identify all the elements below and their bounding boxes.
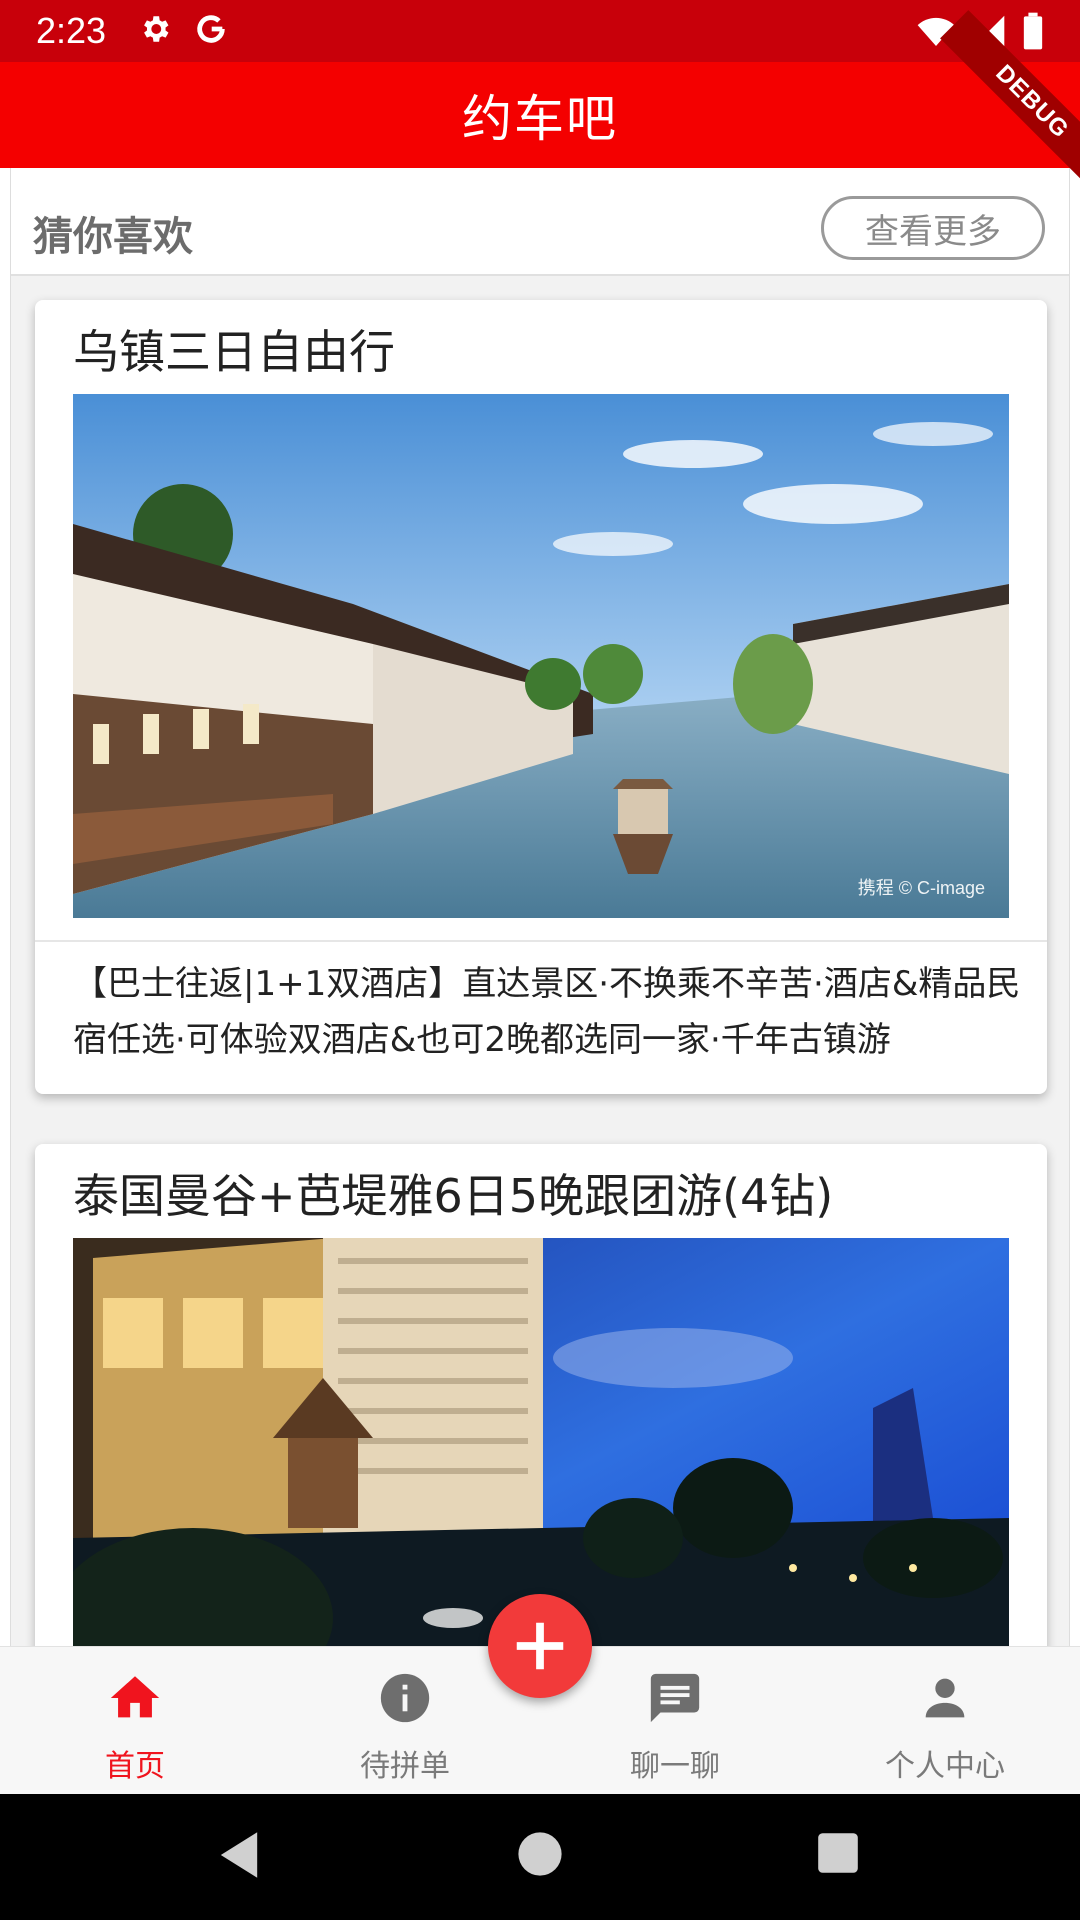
system-navigation-bar [0,1794,1080,1920]
nav-item-home[interactable]: 首页 [35,1669,235,1785]
app-title: 约车吧 [462,90,618,148]
section-title: 猜你喜欢 [33,214,193,260]
content-scroll[interactable]: 猜你喜欢 查看更多 乌镇三日自由行 携程 © C-image 【巴士往返|1+1… [10,168,1070,1646]
status-bar: 2:23 [0,0,1080,62]
plus-icon [516,1622,564,1670]
battery-icon [1023,12,1043,50]
nav-item-pending[interactable]: 待拼单 [305,1669,505,1785]
card-title: 泰国曼谷+芭堤雅6日5晚跟团游(4钻) [73,1169,834,1223]
image-watermark: 携程 © C-image [857,878,985,898]
nav-item-profile[interactable]: 个人中心 [845,1669,1045,1785]
nav-label: 个人中心 [885,1749,1005,1784]
info-icon [380,1673,430,1723]
view-more-button[interactable]: 查看更多 [821,196,1045,260]
card-description: 【巴士往返|1+1双酒店】直达景区·不换乘不辛苦·酒店&精品民宿任选·可体验双酒… [73,964,1021,1060]
person-icon [925,1678,965,1718]
trip-card[interactable]: 乌镇三日自由行 携程 © C-image 【巴士往返|1+1双酒店】直达景区·不… [35,300,1047,1094]
recommend-header: 猜你喜欢 查看更多 [11,168,1069,276]
add-fab-button[interactable] [488,1594,592,1698]
divider [35,940,1047,942]
card-title: 乌镇三日自由行 [73,325,395,379]
gear-icon [144,16,169,42]
nav-label: 待拼单 [360,1749,450,1784]
chat-icon [650,1673,700,1723]
home-circle-icon[interactable] [516,1830,564,1878]
back-icon[interactable] [216,1830,262,1880]
nav-label: 首页 [105,1749,165,1784]
nav-label: 聊一聊 [630,1749,720,1784]
nav-item-chat[interactable]: 聊一聊 [575,1669,775,1785]
recents-icon[interactable] [816,1830,860,1876]
card-image-bangkok [73,1238,1009,1646]
trip-card[interactable]: 泰国曼谷+芭堤雅6日5晚跟团游(4钻) [35,1144,1047,1646]
app-bar: 约车吧 DEBUG [0,10,1080,194]
card-image-water-town: 携程 © C-image [73,394,1009,918]
status-time: 2:23 [36,10,107,51]
home-icon [110,1676,160,1718]
google-icon [197,15,225,43]
